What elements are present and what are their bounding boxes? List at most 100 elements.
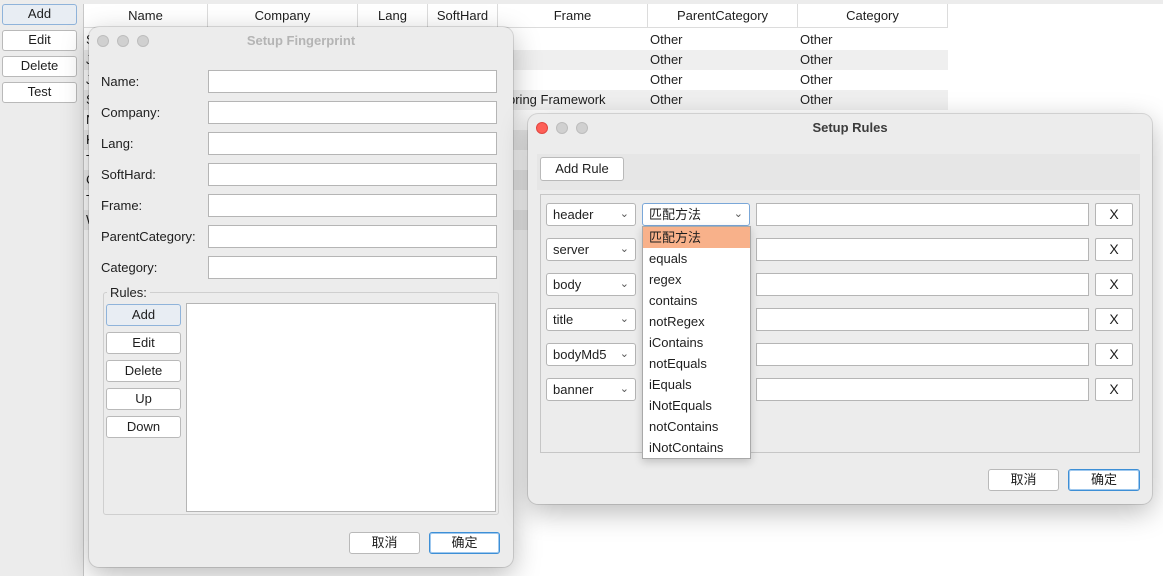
close-window-button[interactable]	[536, 122, 548, 134]
rule-field-value: header	[553, 207, 594, 222]
cell-category: Other	[800, 92, 833, 107]
method-option[interactable]: contains	[643, 290, 750, 311]
method-option[interactable]: iContains	[643, 332, 750, 353]
cell-parentcategory: Other	[650, 72, 683, 87]
rule-field-select[interactable]: banner ⌄	[546, 378, 636, 401]
chevron-down-icon: ⌄	[619, 208, 629, 220]
rule-value-input[interactable]	[756, 308, 1089, 331]
ok-button[interactable]: 确定	[1068, 469, 1140, 491]
remove-rule-button[interactable]: X	[1095, 343, 1133, 366]
test-button[interactable]: Test	[2, 82, 77, 103]
rules-toolbar	[537, 154, 1140, 190]
cell-category: Other	[800, 72, 833, 87]
chevron-down-icon: ⌄	[619, 348, 629, 360]
rules-list[interactable]	[186, 303, 496, 512]
name-field[interactable]	[208, 70, 497, 93]
rule-field-select[interactable]: bodyMd5 ⌄	[546, 343, 636, 366]
chevron-down-icon: ⌄	[733, 208, 743, 220]
cancel-button[interactable]: 取消	[349, 532, 420, 554]
zoom-window-button[interactable]	[576, 122, 588, 134]
parentcategory-field[interactable]	[208, 225, 497, 248]
edit-button[interactable]: Edit	[2, 30, 77, 51]
method-option[interactable]: iNotEquals	[643, 395, 750, 416]
softhard-label: SoftHard:	[101, 167, 156, 182]
method-option[interactable]: regex	[643, 269, 750, 290]
rule-field-value: title	[553, 312, 574, 327]
column-header-category[interactable]: Category	[798, 4, 948, 28]
remove-rule-button[interactable]: X	[1095, 203, 1133, 226]
cell-category: Other	[800, 52, 833, 67]
delete-button[interactable]: Delete	[2, 56, 77, 77]
rule-edit-button[interactable]: Edit	[106, 332, 181, 354]
method-option[interactable]: 匹配方法	[643, 227, 750, 248]
remove-rule-button[interactable]: X	[1095, 378, 1133, 401]
frame-field[interactable]	[208, 194, 497, 217]
chevron-down-icon: ⌄	[619, 383, 629, 395]
method-option[interactable]: notRegex	[643, 311, 750, 332]
minimize-window-button[interactable]	[117, 35, 129, 47]
rule-value-input[interactable]	[756, 343, 1089, 366]
chevron-down-icon: ⌄	[619, 313, 629, 325]
cell-parentcategory: Other	[650, 92, 683, 107]
company-field[interactable]	[208, 101, 497, 124]
method-option[interactable]: notContains	[643, 416, 750, 437]
rule-field-select[interactable]: header ⌄	[546, 203, 636, 226]
remove-rule-button[interactable]: X	[1095, 273, 1133, 296]
rule-field-select[interactable]: server ⌄	[546, 238, 636, 261]
method-option[interactable]: equals	[643, 248, 750, 269]
cell-parentcategory: Other	[650, 32, 683, 47]
cell-frame: pring Framework	[508, 92, 606, 107]
rule-method-select[interactable]: 匹配方法 ⌄	[642, 203, 750, 226]
cell-category: Other	[800, 32, 833, 47]
method-option[interactable]: notEquals	[643, 353, 750, 374]
rule-field-value: bodyMd5	[553, 347, 607, 362]
rule-field-select[interactable]: title ⌄	[546, 308, 636, 331]
name-label: Name:	[101, 74, 140, 89]
close-window-button[interactable]	[97, 35, 109, 47]
company-label: Company:	[101, 105, 161, 120]
remove-rule-button[interactable]: X	[1095, 308, 1133, 331]
method-option[interactable]: iEquals	[643, 374, 750, 395]
rule-value-input[interactable]	[756, 273, 1089, 296]
minimize-window-button[interactable]	[556, 122, 568, 134]
rule-field-value: banner	[553, 382, 594, 397]
rule-add-button[interactable]: Add	[106, 304, 181, 326]
method-dropdown-menu[interactable]: 匹配方法 equals regex contains notRegex iCon…	[642, 226, 751, 459]
frame-label: Frame:	[101, 198, 143, 213]
column-header-parentcategory[interactable]: ParentCategory	[648, 4, 798, 28]
column-header-softhard[interactable]: SoftHard	[428, 4, 498, 28]
rule-up-button[interactable]: Up	[106, 388, 181, 410]
dialog-title: Setup Rules	[812, 120, 888, 135]
rule-value-input[interactable]	[756, 378, 1089, 401]
lang-label: Lang:	[101, 136, 134, 151]
rules-group-label: Rules:	[107, 285, 150, 300]
rule-value-input[interactable]	[756, 238, 1089, 261]
method-option[interactable]: iNotContains	[643, 437, 750, 458]
add-button[interactable]: Add	[2, 4, 77, 25]
dialog-title: Setup Fingerprint	[246, 33, 356, 48]
setup-rules-dialog: Setup Rules Add Rule header ⌄ 匹配方法 ⌄ X ser…	[528, 114, 1152, 504]
chevron-down-icon: ⌄	[619, 278, 629, 290]
parentcategory-label: ParentCategory:	[101, 229, 196, 244]
chevron-down-icon: ⌄	[619, 243, 629, 255]
cancel-button[interactable]: 取消	[988, 469, 1059, 491]
cell-parentcategory: Other	[650, 52, 683, 67]
add-rule-button[interactable]: Add Rule	[540, 157, 624, 181]
category-label: Category:	[101, 260, 158, 275]
column-header-company[interactable]: Company	[208, 4, 358, 28]
category-field[interactable]	[208, 256, 497, 279]
rule-delete-button[interactable]: Delete	[106, 360, 181, 382]
rule-method-value: 匹配方法	[649, 207, 702, 222]
softhard-field[interactable]	[208, 163, 497, 186]
zoom-window-button[interactable]	[137, 35, 149, 47]
column-header-name[interactable]: Name	[84, 4, 208, 28]
lang-field[interactable]	[208, 132, 497, 155]
remove-rule-button[interactable]: X	[1095, 238, 1133, 261]
rule-down-button[interactable]: Down	[106, 416, 181, 438]
column-header-lang[interactable]: Lang	[358, 4, 428, 28]
rule-value-input[interactable]	[756, 203, 1089, 226]
rule-field-select[interactable]: body ⌄	[546, 273, 636, 296]
setup-fingerprint-dialog: Setup Fingerprint Name: Company: Lang: S…	[89, 27, 513, 567]
ok-button[interactable]: 确定	[429, 532, 500, 554]
column-header-frame[interactable]: Frame	[498, 4, 648, 28]
